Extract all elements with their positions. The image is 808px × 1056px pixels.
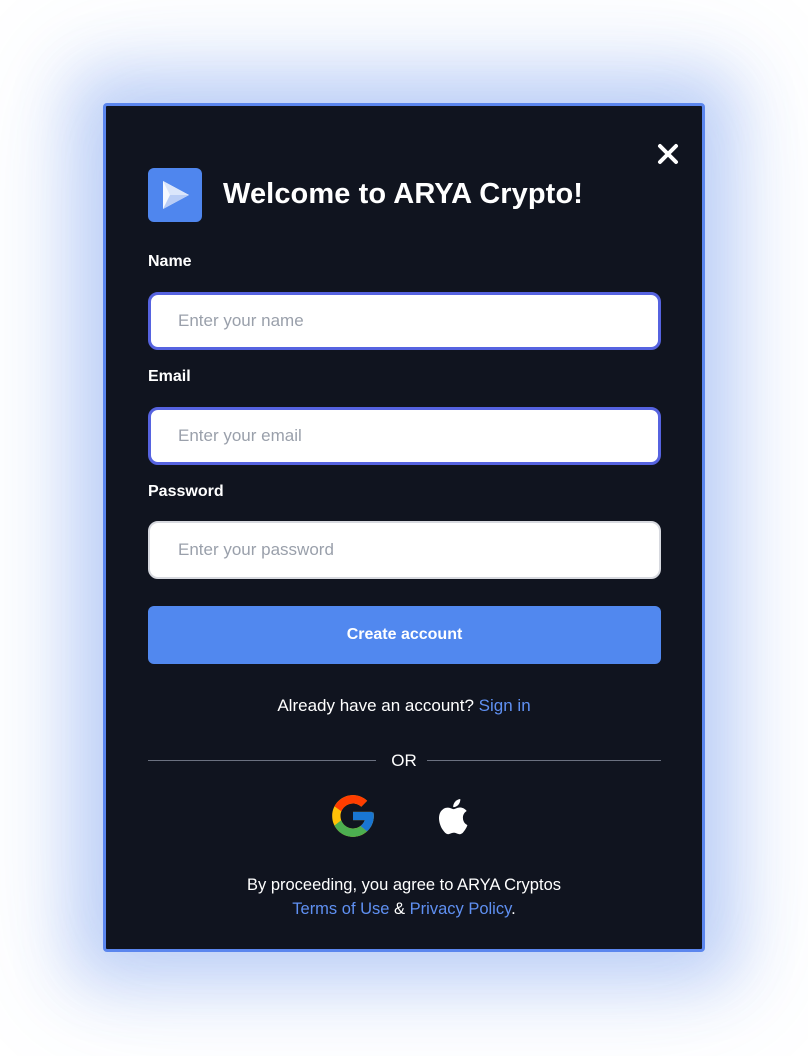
email-input[interactable] [148,407,661,465]
signin-prompt: Already have an account? [277,696,474,715]
create-account-button[interactable]: Create account [148,606,661,664]
apple-signin-button[interactable] [429,791,479,841]
page: Welcome to ARYA Crypto! Name Email Passw… [0,0,808,1056]
google-icon [332,795,374,837]
play-triangle-icon [163,181,189,209]
signin-row: Already have an account? Sign in [106,696,702,716]
signup-modal: Welcome to ARYA Crypto! Name Email Passw… [103,103,705,952]
password-label: Password [148,483,224,500]
divider-right [427,760,661,761]
or-divider-label: OR [391,751,417,770]
legal-text: By proceeding, you agree to ARYA Cryptos… [106,873,702,921]
brand-logo [148,168,202,222]
close-button[interactable] [654,140,682,168]
name-input[interactable] [148,292,661,350]
name-label: Name [148,253,192,270]
email-label: Email [148,368,191,385]
page-title: Welcome to ARYA Crypto! [223,178,584,210]
legal-line-1: By proceeding, you agree to ARYA Cryptos [247,876,561,894]
legal-period: . [511,900,516,918]
apple-icon [439,799,468,835]
google-signin-button[interactable] [328,791,378,841]
legal-line-2: Terms of Use & Privacy Policy. [106,897,702,921]
terms-link[interactable]: Terms of Use [292,900,389,918]
privacy-link[interactable]: Privacy Policy [410,900,511,918]
close-icon [658,144,678,164]
signin-link[interactable]: Sign in [479,696,531,715]
password-input[interactable] [148,521,661,579]
legal-amp: & [394,900,406,918]
